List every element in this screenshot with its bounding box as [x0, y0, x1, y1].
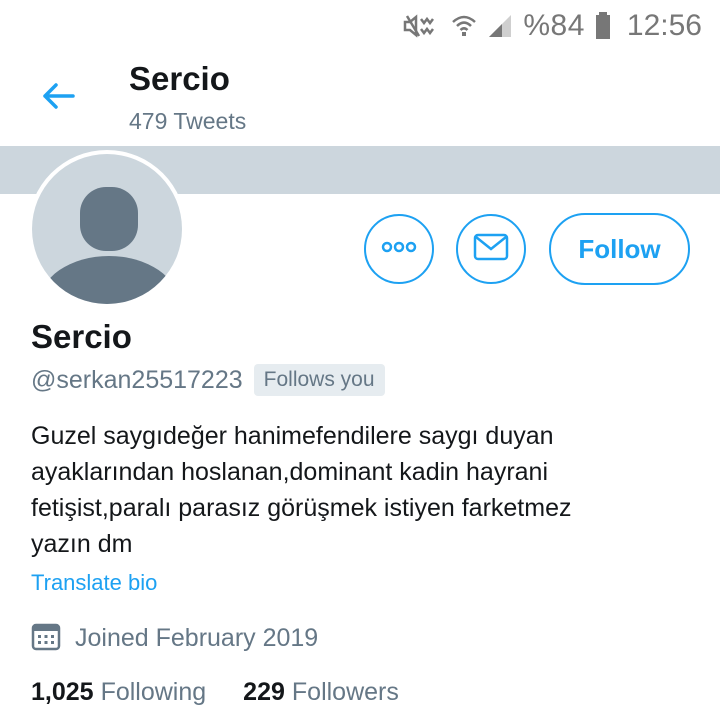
default-avatar-icon [32, 154, 182, 304]
back-button[interactable] [36, 78, 80, 118]
profile-bio: Guzel saygıdeğer hanimefendilere saygı d… [31, 418, 691, 562]
message-button[interactable] [456, 214, 526, 284]
followers-stat[interactable]: 229 Followers [243, 678, 399, 707]
profile-name: Sercio [31, 318, 132, 355]
arrow-left-icon [41, 82, 75, 115]
followers-label: Followers [291, 677, 399, 706]
follows-you-badge: Follows you [253, 364, 385, 396]
translate-bio-link[interactable]: Translate bio [31, 570, 157, 596]
follow-stats: 1,025 Following 229 Followers [31, 674, 399, 710]
tweet-count: 479 Tweets [129, 108, 247, 134]
status-icons: %84 12:56 [401, 8, 702, 44]
mute-icon [401, 12, 441, 40]
more-dots-icon [381, 240, 417, 258]
bio-line: fetişist,paralı parasız görüşmek istiyen… [31, 494, 572, 522]
following-stat[interactable]: 1,025 Following [31, 678, 206, 707]
profile-handle: @serkan25517223 [31, 365, 243, 394]
signal-icon [487, 13, 513, 39]
calendar-icon [31, 621, 61, 656]
envelope-icon [473, 233, 509, 266]
clock: 12:56 [626, 9, 702, 42]
follow-button[interactable]: Follow [549, 213, 690, 285]
bio-line: yazın dm [31, 530, 133, 558]
header-title: Sercio [129, 60, 230, 97]
joined-row: Joined February 2019 [31, 620, 318, 656]
profile-header: Sercio 479 Tweets [0, 50, 720, 146]
handle-row: @serkan25517223 Follows you [31, 362, 385, 398]
following-count: 1,025 [31, 677, 94, 706]
bio-line: ayaklarından hoslanan,dominant kadin hay… [31, 458, 549, 486]
following-label: Following [100, 677, 207, 706]
more-options-button[interactable] [364, 214, 434, 284]
bio-line: Guzel saygıdeğer hanimefendilere saygı d… [31, 422, 554, 450]
battery-icon [595, 12, 611, 40]
battery-percent: %84 [523, 9, 585, 42]
followers-count: 229 [243, 677, 285, 706]
wifi-icon [451, 13, 477, 39]
status-bar: %84 12:56 [0, 0, 720, 50]
avatar[interactable] [28, 150, 186, 308]
joined-date: Joined February 2019 [75, 623, 319, 652]
